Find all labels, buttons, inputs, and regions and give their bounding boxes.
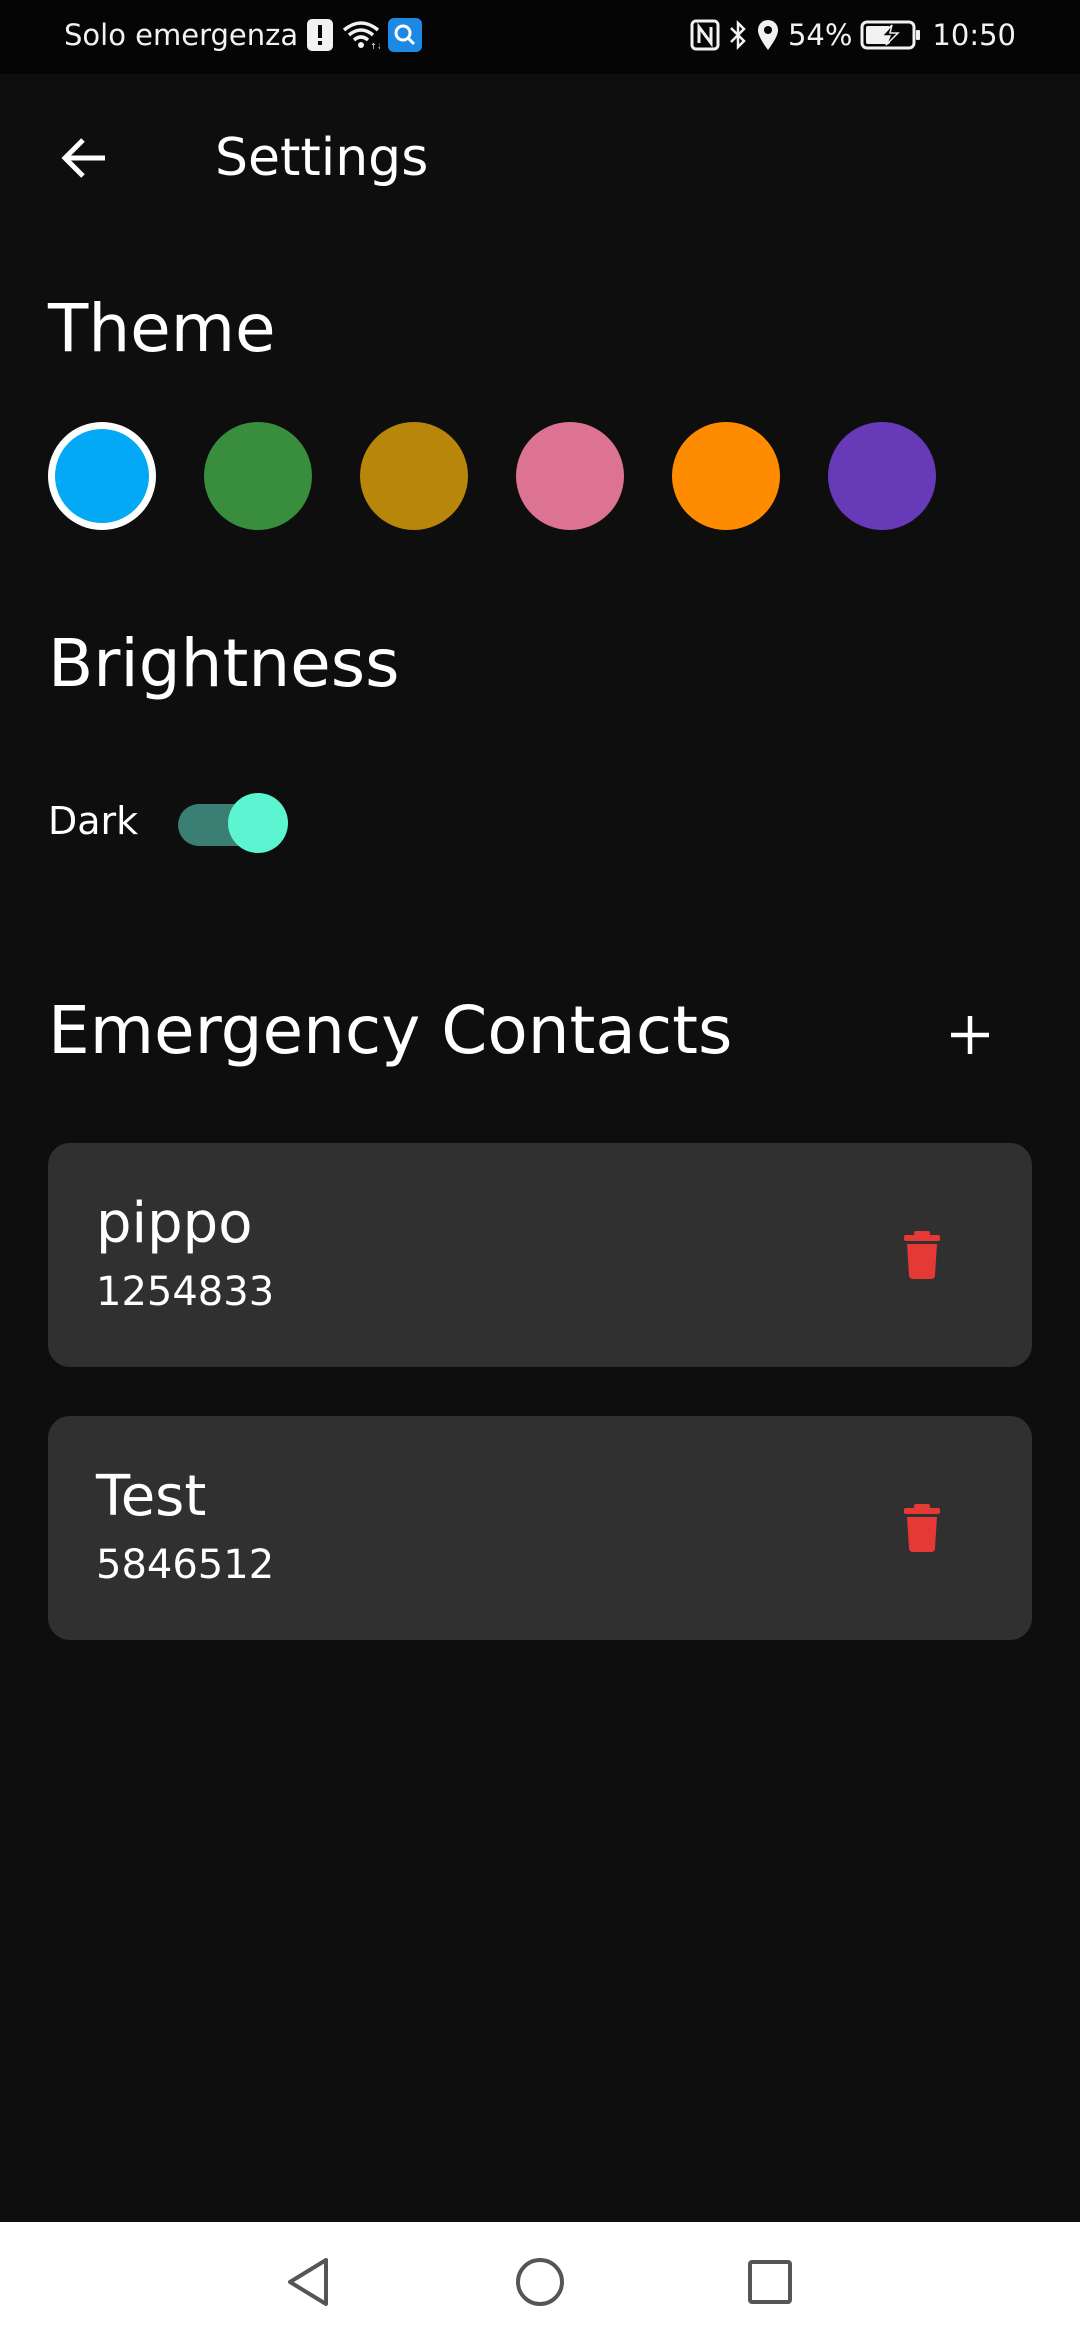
plus-icon: [951, 1016, 989, 1054]
delete-contact-button[interactable]: [888, 1221, 956, 1289]
recents-square-icon: [748, 2260, 792, 2304]
theme-color-swatch-green[interactable]: [204, 422, 312, 530]
dark-mode-label: Dark: [48, 799, 139, 843]
system-navigation-bar: [0, 2222, 1080, 2340]
nav-back-button[interactable]: [273, 2247, 343, 2317]
nav-home-button[interactable]: [505, 2247, 575, 2317]
theme-color-swatch-pink[interactable]: [516, 422, 624, 530]
contact-number: 1254833: [96, 1269, 275, 1315]
contact-card: pippo 1254833: [48, 1143, 1032, 1367]
theme-color-swatch-blue[interactable]: [48, 422, 156, 530]
trash-icon: [904, 1231, 940, 1279]
home-circle-icon: [516, 2258, 564, 2306]
contact-card: Test 5846512: [48, 1416, 1032, 1640]
contact-number: 5846512: [96, 1542, 275, 1588]
theme-color-swatch-gold[interactable]: [360, 422, 468, 530]
battery-charging-icon: [860, 19, 922, 51]
delete-contact-button[interactable]: [888, 1494, 956, 1562]
back-triangle-icon: [288, 2258, 328, 2306]
add-contact-button[interactable]: [930, 995, 1010, 1075]
contact-name: Test: [96, 1464, 207, 1529]
status-bar-right: 54% 10:50: [682, 18, 1016, 52]
emergency-contacts-title: Emergency Contacts: [48, 992, 733, 1069]
carrier-text: Solo emergenza: [64, 18, 299, 52]
nav-recents-button[interactable]: [735, 2247, 805, 2317]
wifi-icon: ↑↓: [342, 20, 380, 50]
app-bar: Settings: [0, 74, 1080, 250]
alert-icon: [306, 18, 334, 52]
theme-color-swatch-purple[interactable]: [828, 422, 936, 530]
search-app-icon: [388, 18, 423, 52]
bluetooth-icon: [728, 19, 748, 51]
toggle-thumb: [228, 793, 289, 853]
dark-mode-row: Dark: [48, 786, 289, 856]
battery-percent: 54%: [787, 18, 853, 52]
svg-text:↑↓: ↑↓: [370, 42, 380, 50]
brightness-section-title: Brightness: [48, 625, 400, 702]
nfc-icon: [690, 19, 720, 51]
theme-color-swatch-orange[interactable]: [672, 422, 780, 530]
theme-color-swatches: [48, 422, 984, 532]
status-bar-left: Solo emergenza ↑↓: [64, 18, 423, 52]
trash-icon: [904, 1504, 940, 1552]
status-bar: Solo emergenza ↑↓: [0, 0, 1080, 74]
location-icon: [756, 19, 780, 51]
back-button[interactable]: [44, 118, 124, 198]
clock: 10:50: [932, 18, 1016, 52]
theme-section-title: Theme: [48, 290, 276, 367]
contact-name: pippo: [96, 1191, 253, 1256]
dark-mode-toggle[interactable]: [178, 791, 289, 853]
page-title: Settings: [215, 128, 429, 188]
arrow-left-icon: [61, 138, 105, 178]
